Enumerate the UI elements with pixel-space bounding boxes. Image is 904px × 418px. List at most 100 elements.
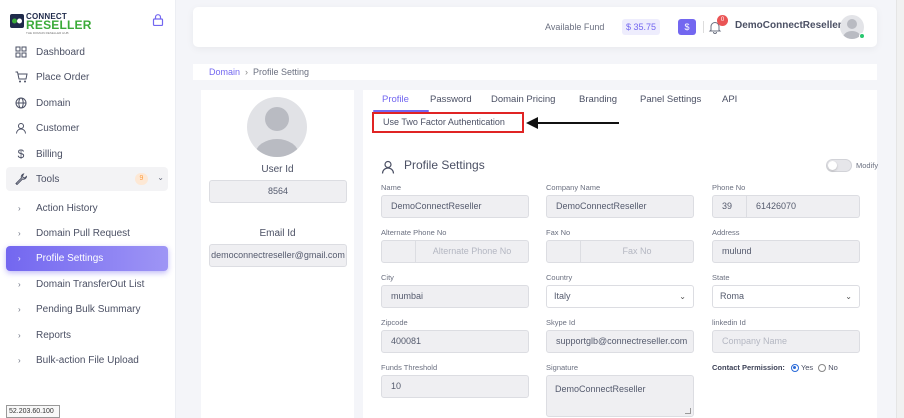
linkedin-id-label: linkedin Id — [712, 318, 746, 327]
sidebar-subitem-action-history[interactable]: › Action History — [6, 196, 168, 220]
sidebar-subitem-bulk-action-file-upload[interactable]: › Bulk-action File Upload — [6, 348, 168, 372]
fax-number-field[interactable]: Fax No — [581, 240, 694, 263]
contact-permission-no-radio[interactable] — [818, 363, 827, 372]
skype-id-label: Skype Id — [546, 318, 576, 327]
header-divider — [703, 21, 704, 33]
add-fund-button[interactable]: $ — [678, 19, 696, 35]
profile-settings-panel: Profile Password Domain Pricing Branding… — [363, 90, 879, 418]
sidebar-subitem-reports[interactable]: › Reports — [6, 323, 168, 347]
profile-summary-card: User Id 8564 Email Id democonnectreselle… — [201, 90, 354, 418]
lock-icon[interactable] — [152, 14, 164, 26]
name-field[interactable]: DemoConnectReseller — [381, 195, 529, 218]
modify-toggle-label: Modify — [856, 161, 879, 170]
company-name-field[interactable]: DemoConnectReseller — [546, 195, 694, 218]
breadcrumb-domain-link[interactable]: Domain — [209, 67, 240, 77]
tab-password[interactable]: Password — [430, 94, 472, 105]
sidebar-item-label: Dashboard — [36, 46, 85, 58]
sidebar-item-tools[interactable]: Tools 9 ⌄ — [6, 167, 168, 191]
contact-permission-yes-label: Yes — [800, 363, 814, 372]
status-ip-address: 52.203.60.100 — [6, 405, 60, 418]
sidebar-item-domain[interactable]: Domain — [6, 91, 168, 115]
country-label: Country — [546, 273, 573, 282]
page-scrollbar[interactable] — [896, 0, 904, 418]
contact-permission-no-label: No — [828, 363, 838, 372]
sidebar-item-label: Place Order — [36, 71, 90, 83]
profile-settings-title: Profile Settings — [404, 158, 485, 172]
sidebar-subitem-domain-transferout-list[interactable]: › Domain TransferOut List — [6, 272, 168, 296]
alternate-phone-code-field[interactable] — [381, 240, 416, 263]
tools-count-badge: 9 — [135, 173, 148, 185]
sidebar-item-billing[interactable]: $ Billing — [6, 142, 168, 166]
breadcrumb: Domain › Profile Setting — [193, 64, 877, 80]
online-status-dot — [859, 33, 865, 39]
phone-country-code-field[interactable]: 39 — [712, 195, 747, 218]
available-fund-value: $ 35.75 — [622, 19, 661, 35]
tab-api[interactable]: API — [722, 94, 737, 105]
alternate-phone-number-field[interactable]: Alternate Phone No — [416, 240, 529, 263]
notification-count-badge: 0 — [717, 15, 728, 26]
cart-icon — [14, 70, 28, 84]
phone-field-group: 39 61426070 — [712, 195, 860, 218]
sidebar-item-customer[interactable]: Customer — [6, 116, 168, 140]
chevron-right-icon: › — [18, 355, 21, 365]
sidebar-item-label: Pending Bulk Summary — [36, 303, 141, 315]
state-select[interactable]: Roma ⌄ — [712, 285, 860, 308]
profile-avatar — [247, 97, 307, 157]
city-label: City — [381, 273, 394, 282]
contact-permission-label: Contact Permission: — [712, 363, 785, 372]
chevron-down-icon: ⌄ — [157, 173, 164, 182]
wrench-icon — [14, 172, 28, 186]
sidebar-item-label: Customer — [36, 122, 80, 134]
sidebar-subitem-profile-settings[interactable]: › Profile Settings — [6, 246, 168, 271]
zipcode-label: Zipcode — [381, 318, 408, 327]
logo-mark-icon — [10, 14, 24, 28]
sidebar-subitem-pending-bulk-summary[interactable]: › Pending Bulk Summary — [6, 297, 168, 321]
grid-icon — [14, 45, 28, 59]
tab-panel-settings[interactable]: Panel Settings — [640, 94, 701, 105]
state-selected-value: Roma — [720, 291, 745, 301]
sidebar-item-label: Reports — [36, 329, 72, 341]
sidebar-item-label: Action History — [36, 202, 98, 214]
contact-permission-yes-radio[interactable] — [790, 363, 799, 372]
logo-tagline: THE DOMAIN RESELLER HUB — [26, 31, 69, 35]
sidebar-item-label: Domain Pull Request — [36, 227, 130, 239]
tab-branding[interactable]: Branding — [579, 94, 617, 105]
city-field[interactable]: mumbai — [381, 285, 529, 308]
sidebar: CONNECT RESELLER THE DOMAIN RESELLER HUB… — [0, 0, 176, 418]
chevron-right-icon: › — [18, 304, 21, 314]
funds-threshold-field[interactable]: 10 — [381, 375, 529, 398]
header-username[interactable]: DemoConnectReseller — [735, 20, 842, 31]
signature-value: DemoConnectReseller — [555, 384, 646, 394]
logo[interactable]: CONNECT RESELLER THE DOMAIN RESELLER HUB — [10, 12, 91, 35]
resize-handle-icon[interactable] — [685, 408, 691, 414]
globe-icon — [14, 96, 28, 110]
linkedin-id-field[interactable]: Company Name — [712, 330, 860, 353]
company-name-label: Company Name — [546, 183, 601, 192]
alternate-phone-label: Alternate Phone No — [381, 228, 447, 237]
email-id-value: democonnectreseller@gmail.com — [209, 244, 347, 267]
zipcode-field[interactable]: 400081 — [381, 330, 529, 353]
sidebar-item-label: Profile Settings — [36, 253, 104, 264]
chevron-down-icon: ⌄ — [679, 292, 686, 301]
phone-number-field[interactable]: 61426070 — [747, 195, 860, 218]
tab-domain-pricing[interactable]: Domain Pricing — [491, 94, 555, 105]
fax-code-field[interactable] — [546, 240, 581, 263]
sidebar-item-dashboard[interactable]: Dashboard — [6, 40, 168, 64]
signature-textarea[interactable]: DemoConnectReseller — [546, 375, 694, 417]
tab-profile[interactable]: Profile — [382, 94, 409, 105]
address-field[interactable]: mulund — [712, 240, 860, 263]
dollar-icon: $ — [17, 147, 25, 161]
fax-field-group: Fax No — [546, 240, 694, 263]
skype-id-field[interactable]: supportglb@connectreseller.com — [546, 330, 694, 353]
fax-label: Fax No — [546, 228, 571, 237]
two-factor-auth-link[interactable]: Use Two Factor Authentication — [372, 112, 524, 133]
contact-permission-group: Contact Permission: Yes No — [712, 363, 838, 372]
modify-toggle[interactable] — [826, 159, 852, 172]
country-selected-value: Italy — [554, 291, 571, 301]
sidebar-subitem-domain-pull-request[interactable]: › Domain Pull Request — [6, 221, 168, 245]
logo-reseller-text: RESELLER — [26, 18, 92, 32]
sidebar-item-place-order[interactable]: Place Order — [6, 65, 168, 89]
top-header: Available Fund $ 35.75 $ 0 DemoConnectRe… — [193, 7, 877, 47]
country-select[interactable]: Italy ⌄ — [546, 285, 694, 308]
funds-threshold-label: Funds Threshold — [381, 363, 438, 372]
